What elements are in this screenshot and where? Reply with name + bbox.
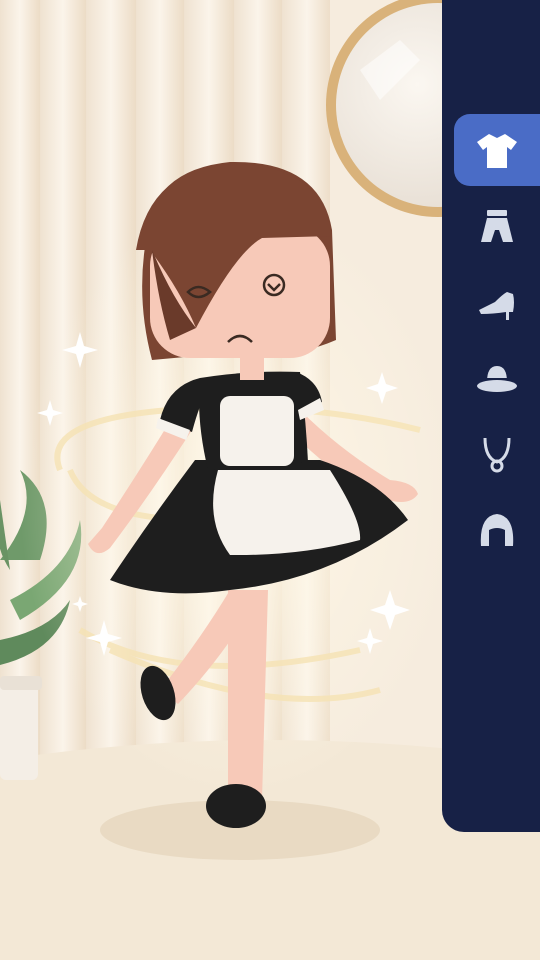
- category-bottom-button[interactable]: [454, 190, 540, 262]
- skirt-icon: [481, 210, 513, 242]
- heel-shoe-icon: [479, 292, 514, 320]
- dressup-stage: [0, 0, 540, 960]
- category-top-button[interactable]: [454, 114, 540, 186]
- hair-icon: [480, 514, 514, 546]
- category-shoes-button[interactable]: [454, 266, 540, 338]
- head: [136, 161, 336, 360]
- necklace-icon: [483, 437, 511, 473]
- category-hair-button[interactable]: [454, 494, 540, 566]
- wardrobe-category-sidebar: [442, 0, 540, 832]
- category-hat-button[interactable]: [454, 342, 540, 414]
- category-necklace-button[interactable]: [454, 418, 540, 490]
- shirt-icon: [477, 134, 517, 168]
- apron-bib: [220, 396, 294, 466]
- hat-icon: [477, 366, 517, 392]
